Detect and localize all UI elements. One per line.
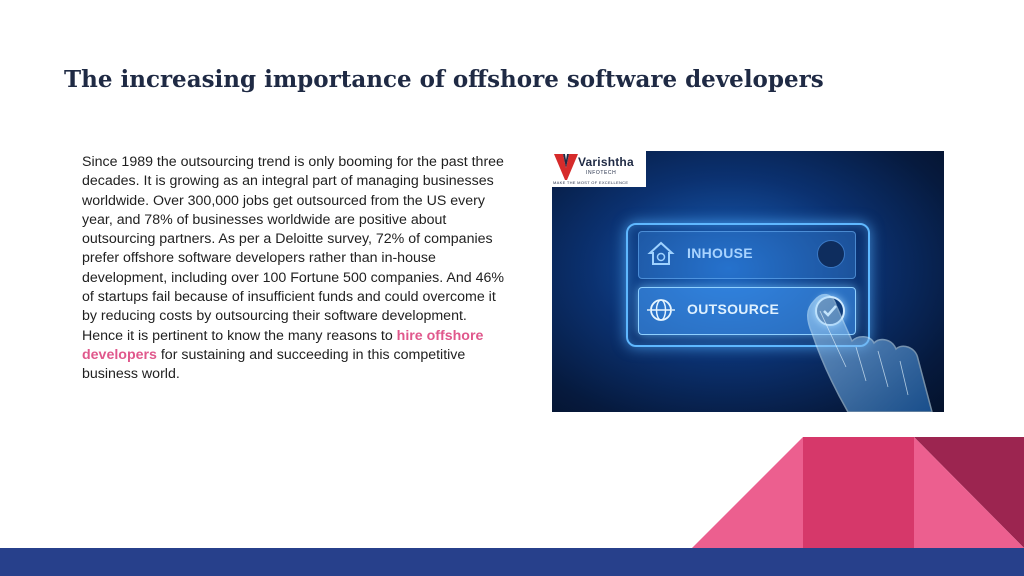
crimson-square [803, 437, 914, 548]
corner-decoration [692, 437, 1024, 548]
bottom-bar [0, 548, 1024, 576]
pink-triangle [692, 437, 803, 548]
